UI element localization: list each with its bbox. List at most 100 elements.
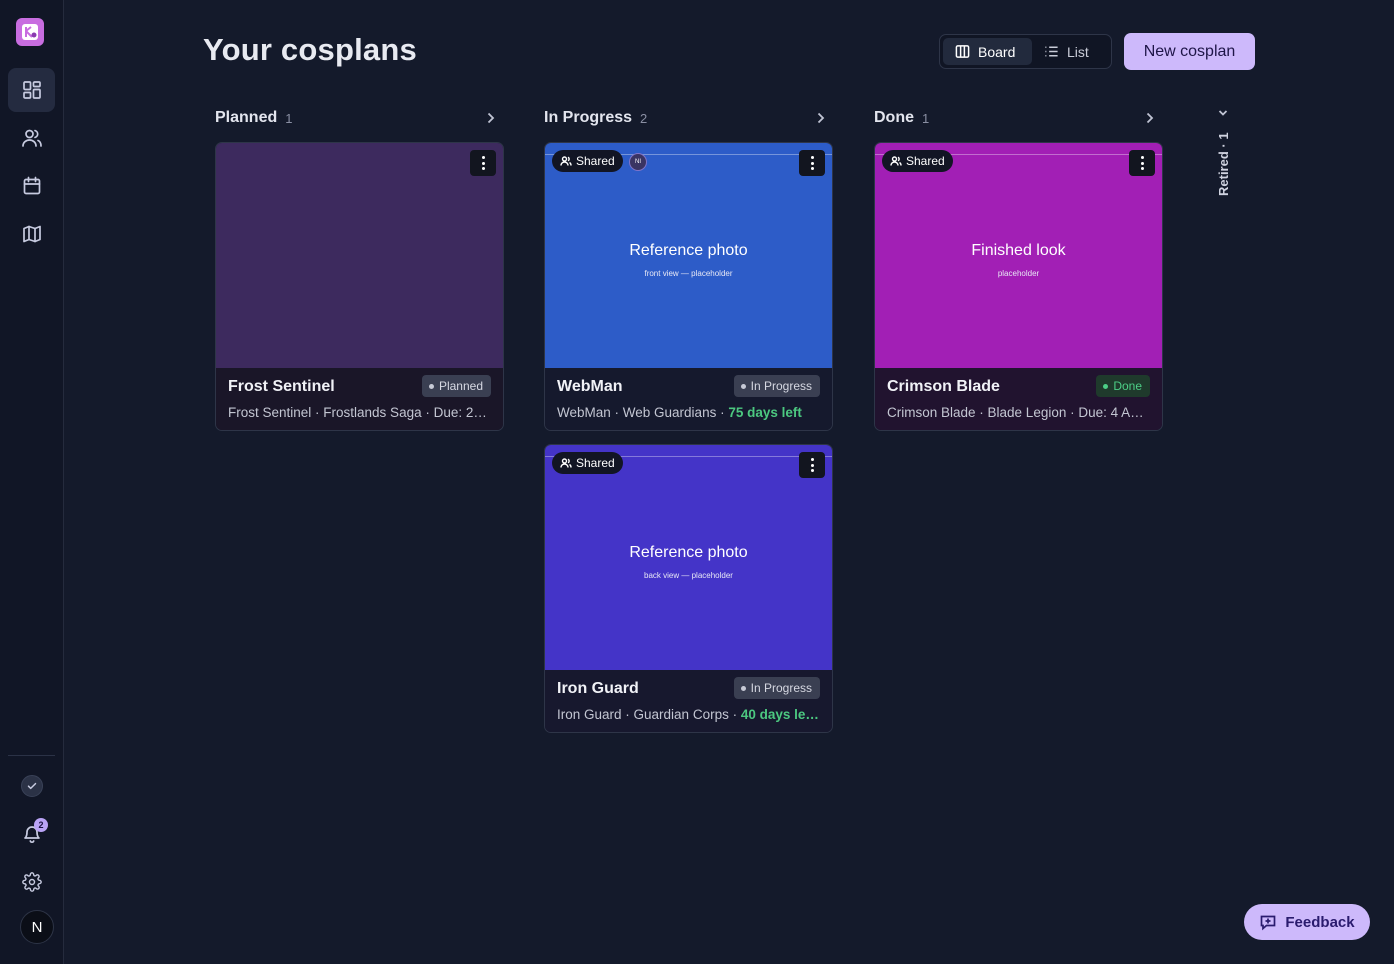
shared-label: Shared [906, 154, 945, 168]
days-left: 75 days left [728, 405, 802, 420]
users-icon [560, 156, 572, 166]
sidebar-item-dashboard[interactable] [8, 68, 55, 112]
card-menu-button[interactable] [799, 452, 825, 478]
column-expand-button-planned[interactable] [484, 110, 498, 131]
check-circle-icon [21, 775, 43, 797]
app-logo[interactable] [16, 18, 44, 46]
list-view-button[interactable]: List [1032, 38, 1101, 65]
feedback-label: Feedback [1285, 913, 1355, 931]
card-meta: Iron Guard · Guardian Corps · 40 days le… [557, 707, 822, 722]
card-menu-button[interactable] [1129, 150, 1155, 176]
feedback-button[interactable]: Feedback [1244, 904, 1370, 940]
status-dot-icon [1103, 383, 1109, 389]
days-left: 40 days le… [740, 707, 819, 722]
card-meta: WebMan · Web Guardians · 75 days left [557, 405, 822, 420]
cover-subtitle: placeholder [997, 268, 1040, 278]
column-count: 2 [640, 110, 648, 126]
shared-badge: Shared [882, 150, 953, 172]
cover-title: Reference photo [629, 241, 748, 259]
board-view-label: Board [978, 43, 1016, 60]
chevron-right-icon [487, 112, 495, 124]
status-badge: In Progress [733, 677, 820, 699]
users-icon [890, 156, 902, 166]
shared-label: Shared [576, 456, 615, 470]
column-header-planned: Planned 1 [215, 108, 292, 128]
status-dot-icon [428, 383, 434, 389]
status-badge: Planned [421, 375, 491, 397]
status-badge: Done [1096, 375, 1150, 397]
cosplan-card-crimson-blade[interactable]: Finished look placeholder Shared Crimson… [874, 142, 1163, 431]
card-meta: Frost Sentinel · Frostlands Saga · Due: … [228, 405, 487, 420]
card-title: Frost Sentinel [228, 378, 335, 395]
card-cover: Reference photo front view — placeholder [545, 143, 832, 368]
cover-subtitle: front view — placeholder [644, 268, 733, 278]
card-footer: WebMan In Progress WebMan · Web Guardian… [545, 368, 832, 430]
page-title: Your cosplans [203, 32, 417, 67]
users-icon [560, 458, 572, 468]
column-title: In Progress [544, 109, 633, 126]
cover-title: Reference photo [629, 543, 748, 561]
card-cover: Finished look placeholder [875, 143, 1162, 368]
card-cover: Reference photo back view — placeholder [545, 445, 832, 670]
card-title: Crimson Blade [887, 378, 1000, 395]
settings-button[interactable] [16, 866, 48, 898]
users-icon [21, 129, 42, 147]
notification-badge: 2 [34, 818, 48, 832]
card-cover [216, 143, 503, 368]
logo-icon [22, 24, 38, 40]
status-dot-icon [740, 383, 746, 389]
view-toggle: Board List [939, 34, 1112, 69]
card-menu-button[interactable] [799, 150, 825, 176]
cosplan-card-frost-sentinel[interactable]: Frost Sentinel Planned Frost Sentinel · … [215, 142, 504, 431]
sidebar-item-calendar[interactable] [8, 164, 55, 208]
cover-subtitle: back view — placeholder [644, 570, 733, 580]
list-view-label: List [1067, 43, 1089, 60]
chevron-right-icon [1146, 112, 1154, 124]
shared-badge: Shared [552, 452, 623, 474]
card-footer: Crimson Blade Done Crimson Blade · Blade… [875, 368, 1162, 430]
list-icon [1045, 46, 1058, 57]
card-footer: Iron Guard In Progress Iron Guard · Guar… [545, 670, 832, 732]
retired-column-toggle[interactable]: Retired · 1 [1213, 107, 1233, 199]
meta-text: WebMan · Web Guardians · [557, 405, 729, 420]
card-menu-button[interactable] [470, 150, 496, 176]
gear-icon [22, 872, 42, 892]
cosplan-card-iron-guard[interactable]: Reference photo back view — placeholder … [544, 444, 833, 733]
status-label: In Progress [750, 379, 812, 393]
sidebar-divider [8, 755, 55, 756]
shared-label: Shared [576, 154, 615, 168]
status-label: In Progress [750, 681, 812, 695]
board-view-button[interactable]: Board [943, 38, 1032, 65]
chevron-right-icon [817, 112, 825, 124]
user-avatar[interactable]: N [20, 910, 54, 944]
column-count: 1 [922, 110, 930, 126]
message-plus-icon [1261, 915, 1276, 931]
columns-icon [955, 45, 970, 58]
status-label: Planned [438, 379, 483, 393]
card-meta: Crimson Blade · Blade Legion · Due: 4 A… [887, 405, 1144, 420]
card-title: WebMan [557, 378, 623, 395]
column-title: Done [874, 109, 914, 126]
cover-title: Finished look [971, 241, 1066, 259]
status-badge: In Progress [733, 375, 820, 397]
collaborator-avatar[interactable]: NI [629, 153, 647, 171]
sidebar-item-map[interactable] [8, 212, 55, 256]
status-label: Done [1113, 379, 1142, 393]
meta-text: Iron Guard · Guardian Corps · [557, 707, 741, 722]
calendar-icon [23, 176, 40, 195]
card-title: Iron Guard [557, 680, 639, 697]
chevron-down-icon [1218, 110, 1228, 116]
column-header-in-progress: In Progress 2 [544, 108, 647, 128]
sidebar-item-users[interactable] [8, 116, 55, 160]
notifications-button[interactable]: 2 [16, 818, 48, 850]
dashboard-icon [22, 81, 41, 99]
column-count: 1 [285, 110, 293, 126]
new-cosplan-button[interactable]: New cosplan [1124, 33, 1255, 70]
column-expand-button-done[interactable] [1143, 110, 1157, 131]
cosplan-card-webman[interactable]: Reference photo front view — placeholder… [544, 142, 833, 431]
retired-column-label: Retired · 1 [1216, 132, 1231, 196]
shared-badge: Shared [552, 150, 623, 172]
tasks-button[interactable] [16, 770, 48, 802]
column-title: Planned [215, 109, 278, 126]
column-expand-button-in-progress[interactable] [814, 110, 828, 131]
